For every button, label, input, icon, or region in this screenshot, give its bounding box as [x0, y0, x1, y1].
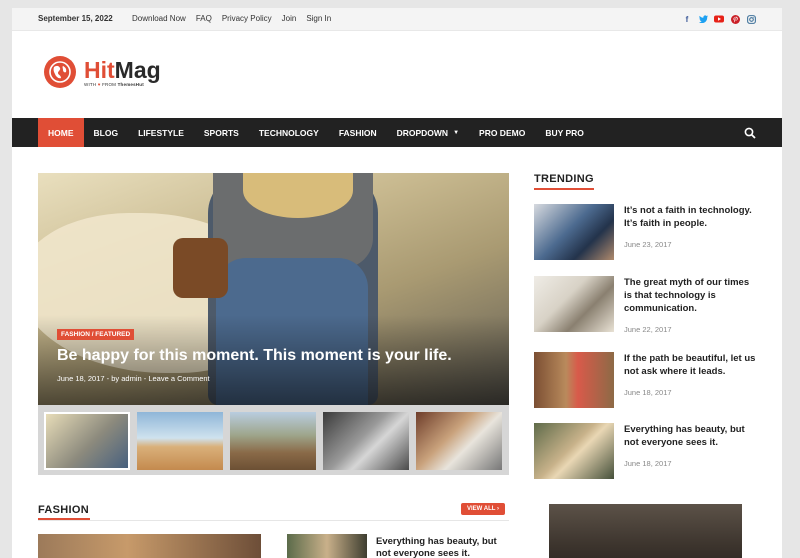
- youtube-icon[interactable]: [714, 14, 724, 24]
- nav-item-label: HOME: [48, 127, 74, 138]
- featured-post[interactable]: FASHION / FEATURED Be happy for this mom…: [38, 173, 509, 405]
- nav-items: HOME BLOG LIFESTYLE SPORTS TECHNOLOGY FA…: [38, 118, 594, 147]
- featured-meta: June 18, 2017 - by admin - Leave a Comme…: [57, 374, 210, 383]
- featured-author[interactable]: admin: [121, 374, 141, 383]
- globe-icon: [44, 56, 76, 88]
- nav-item-lifestyle[interactable]: LIFESTYLE: [128, 118, 194, 147]
- trending-title[interactable]: If the path be beautiful, let us not ask…: [624, 352, 759, 378]
- logo-name-hit: Hit: [84, 56, 115, 83]
- facebook-icon[interactable]: f: [682, 14, 692, 24]
- slider-thumbnail[interactable]: [230, 412, 316, 470]
- trending-heading-underline: [534, 188, 594, 190]
- trending-item[interactable]: If the path be beautiful, let us not ask…: [534, 352, 764, 408]
- tagline-brand: ThemesHut: [117, 81, 144, 87]
- trending-thumbnail[interactable]: [534, 204, 614, 260]
- twitter-icon[interactable]: [698, 14, 708, 24]
- trending-title[interactable]: Everything has beauty, but not everyone …: [624, 423, 759, 449]
- caret-down-icon: ▼: [453, 129, 460, 136]
- slider-thumbnail[interactable]: [44, 412, 130, 470]
- nav-item-buy-pro[interactable]: BUY PRO: [535, 118, 594, 147]
- top-bar: September 15, 2022 Download Now FAQ Priv…: [12, 8, 782, 31]
- sign-in-link[interactable]: Sign In: [306, 14, 331, 23]
- trending-date: June 23, 2017: [624, 240, 672, 249]
- join-link[interactable]: Join: [282, 14, 297, 23]
- trending-date: June 18, 2017: [624, 388, 672, 397]
- trending-date: June 22, 2017: [624, 325, 672, 334]
- nav-item-label: LIFESTYLE: [138, 127, 184, 138]
- trending-item[interactable]: The great myth of our times is that tech…: [534, 276, 764, 334]
- faq-link[interactable]: FAQ: [196, 14, 212, 23]
- featured-title[interactable]: Be happy for this moment. This moment is…: [57, 347, 452, 365]
- social-icons: f: [682, 14, 756, 24]
- chevron-right-icon: ›: [497, 506, 500, 512]
- page: September 15, 2022 Download Now FAQ Priv…: [12, 8, 782, 558]
- logo-name-mag: Mag: [114, 56, 161, 83]
- nav-item-label: PRO DEMO: [479, 127, 526, 138]
- featured-comment-link[interactable]: Leave a Comment: [148, 374, 209, 383]
- fashion-item-title[interactable]: Everything has beauty, but not everyone …: [376, 536, 506, 558]
- trending-title[interactable]: The great myth of our times is that tech…: [624, 276, 759, 315]
- slider-thumbnail[interactable]: [137, 412, 223, 470]
- trending-title[interactable]: It’s not a faith in technology. It’s fai…: [624, 204, 759, 230]
- nav-item-technology[interactable]: TECHNOLOGY: [249, 118, 329, 147]
- nav-item-label: TECHNOLOGY: [258, 127, 319, 138]
- nav-item-label: SPORTS: [203, 127, 239, 138]
- featured-image-bag: [173, 238, 228, 298]
- nav-item-dropdown[interactable]: DROPDOWN ▼: [387, 118, 469, 147]
- trending-thumbnail[interactable]: [534, 276, 614, 332]
- nav-item-fashion[interactable]: FASHION: [329, 118, 387, 147]
- trending-thumbnail[interactable]: [534, 352, 614, 408]
- fashion-main-image[interactable]: [38, 534, 261, 558]
- logo-name: HitMag: [84, 58, 161, 82]
- sidebar-ad-image[interactable]: [549, 504, 742, 558]
- featured-category-badge[interactable]: FASHION / FEATURED: [57, 329, 135, 340]
- heart-icon: ♥: [97, 81, 101, 87]
- featured-date[interactable]: June 18, 2017: [57, 374, 105, 383]
- current-date: September 15, 2022: [38, 14, 113, 23]
- nav-item-home[interactable]: HOME: [38, 118, 84, 147]
- nav-item-label: FASHION: [338, 127, 377, 138]
- tagline-from: FROM: [102, 81, 117, 87]
- slider-thumbnail[interactable]: [323, 412, 409, 470]
- nav-item-blog[interactable]: BLOG: [84, 118, 129, 147]
- nav-item-label: BLOG: [93, 127, 119, 138]
- privacy-policy-link[interactable]: Privacy Policy: [222, 14, 272, 23]
- top-links: Download Now FAQ Privacy Policy Join Sig…: [132, 14, 331, 23]
- logo-text: HitMag WITH ♥ FROM ThemesHut: [84, 58, 161, 87]
- slider-thumbnails: [38, 405, 509, 475]
- fashion-heading-underline: [38, 518, 90, 520]
- fashion-heading: FASHION: [38, 504, 89, 516]
- trending-item[interactable]: It’s not a faith in technology. It’s fai…: [534, 204, 764, 260]
- instagram-icon[interactable]: [746, 14, 756, 24]
- view-all-button[interactable]: VIEW ALL ›: [461, 503, 506, 515]
- download-now-link[interactable]: Download Now: [132, 14, 186, 23]
- main-nav: HOME BLOG LIFESTYLE SPORTS TECHNOLOGY FA…: [12, 118, 782, 147]
- pinterest-icon[interactable]: [730, 14, 740, 24]
- trending-item[interactable]: Everything has beauty, but not everyone …: [534, 423, 764, 479]
- view-all-label: VIEW ALL: [467, 506, 496, 512]
- trending-heading: TRENDING: [534, 173, 594, 185]
- slider-thumbnail[interactable]: [416, 412, 502, 470]
- nav-item-label: DROPDOWN: [396, 127, 449, 138]
- nav-item-sports[interactable]: SPORTS: [194, 118, 249, 147]
- nav-item-pro-demo[interactable]: PRO DEMO: [469, 118, 535, 147]
- featured-author-prefix: by: [111, 374, 120, 383]
- tagline-with: WITH: [84, 81, 97, 87]
- fashion-thumbnail[interactable]: [287, 534, 367, 558]
- site-logo[interactable]: HitMag WITH ♥ FROM ThemesHut: [44, 56, 161, 88]
- nav-item-label: BUY PRO: [545, 127, 584, 138]
- search-icon[interactable]: [744, 126, 756, 139]
- trending-date: June 18, 2017: [624, 459, 672, 468]
- trending-thumbnail[interactable]: [534, 423, 614, 479]
- fashion-divider: [38, 520, 509, 521]
